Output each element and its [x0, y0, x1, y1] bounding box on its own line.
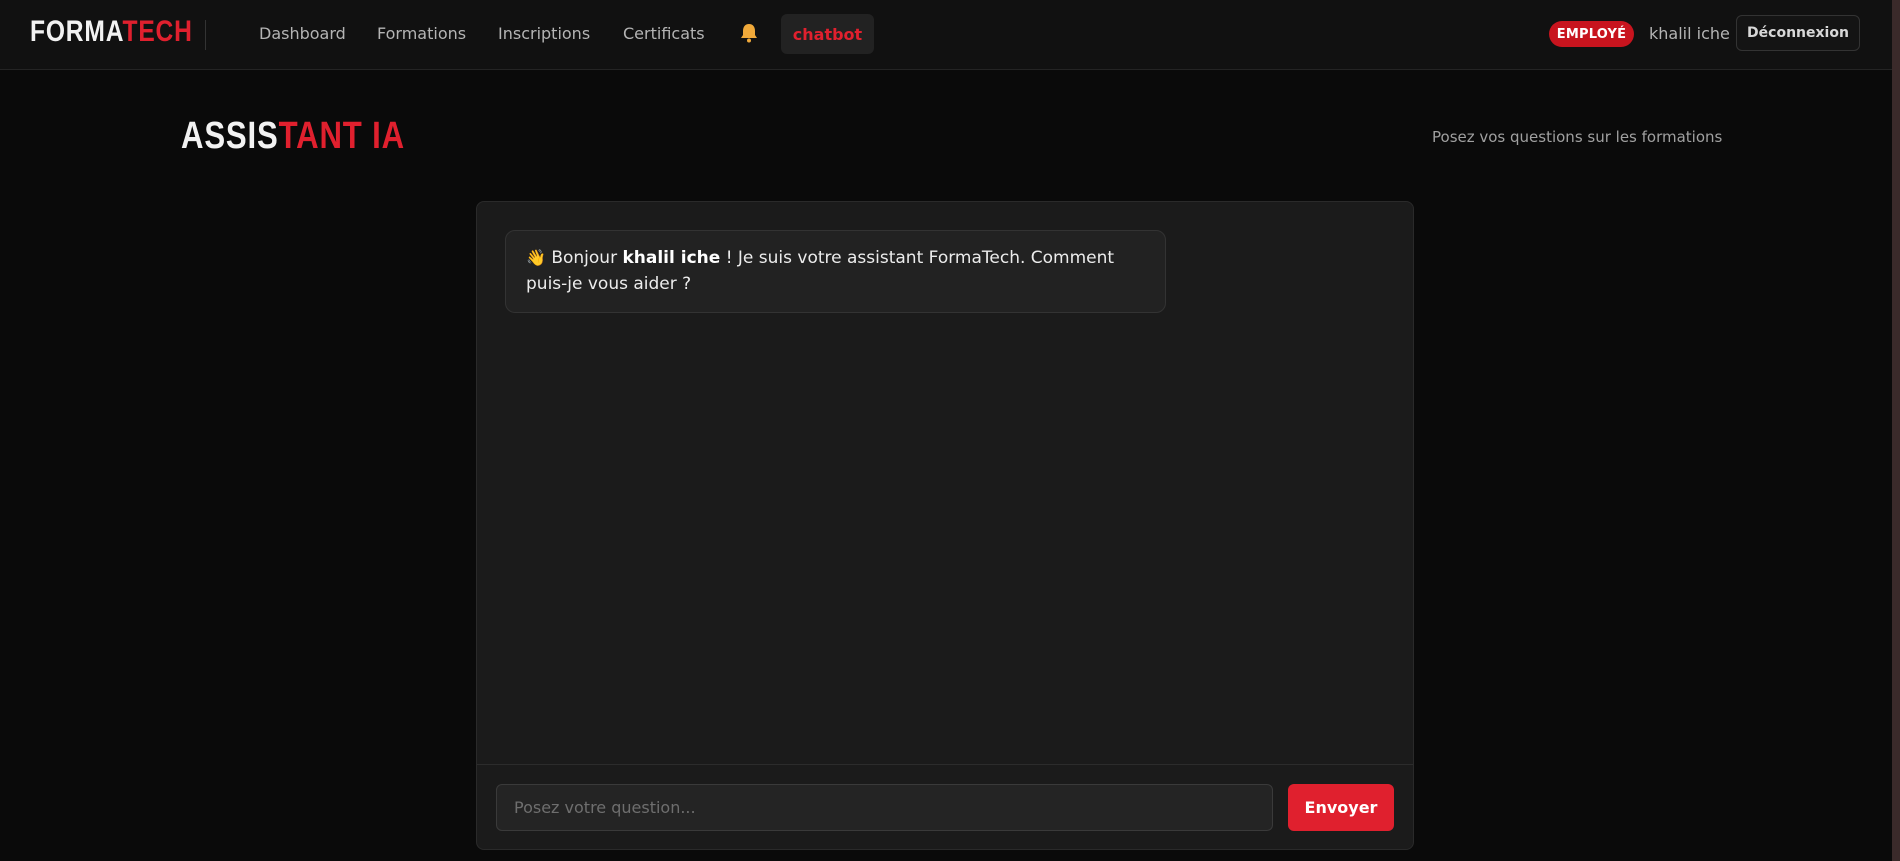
nav-item-dashboard[interactable]: Dashboard — [259, 23, 346, 45]
brand-logo[interactable]: FORMATECH — [30, 15, 193, 49]
logout-button[interactable]: Déconnexion — [1736, 15, 1860, 51]
message-username: khalil iche — [622, 248, 721, 268]
nav-divider — [205, 20, 206, 50]
message-prefix: Bonjour — [551, 248, 623, 268]
username: khalil iche — [1649, 24, 1730, 43]
page-title: ASSISTANT IA — [181, 113, 405, 159]
page-subtitle: Posez vos questions sur les formations — [1432, 128, 1723, 146]
bell-icon[interactable] — [739, 22, 759, 44]
nav-item-certificats[interactable]: Certificats — [623, 23, 705, 45]
page-title-part-white: ASSIS — [181, 115, 279, 157]
page-title-part-red: TANT IA — [278, 115, 405, 157]
brand-logo-part-white: FORMA — [30, 15, 123, 48]
chat-input-bar: Envoyer — [477, 764, 1413, 849]
window-scrollbar[interactable] — [1892, 0, 1900, 861]
nav-item-formations[interactable]: Formations — [377, 23, 466, 45]
nav-item-inscriptions[interactable]: Inscriptions — [498, 23, 590, 45]
role-badge: EMPLOYÉ — [1549, 21, 1634, 47]
send-button[interactable]: Envoyer — [1288, 784, 1394, 831]
brand-logo-part-red: TECH — [122, 15, 193, 48]
top-navbar: FORMATECH Dashboard Formations Inscripti… — [0, 0, 1900, 70]
chat-panel: 👋 Bonjour khalil iche ! Je suis votre as… — [476, 201, 1414, 850]
question-input[interactable] — [496, 784, 1273, 831]
assistant-message: 👋 Bonjour khalil iche ! Je suis votre as… — [505, 230, 1166, 313]
nav-item-chatbot[interactable]: chatbot — [781, 14, 874, 54]
waving-hand-icon: 👋 — [526, 248, 546, 267]
